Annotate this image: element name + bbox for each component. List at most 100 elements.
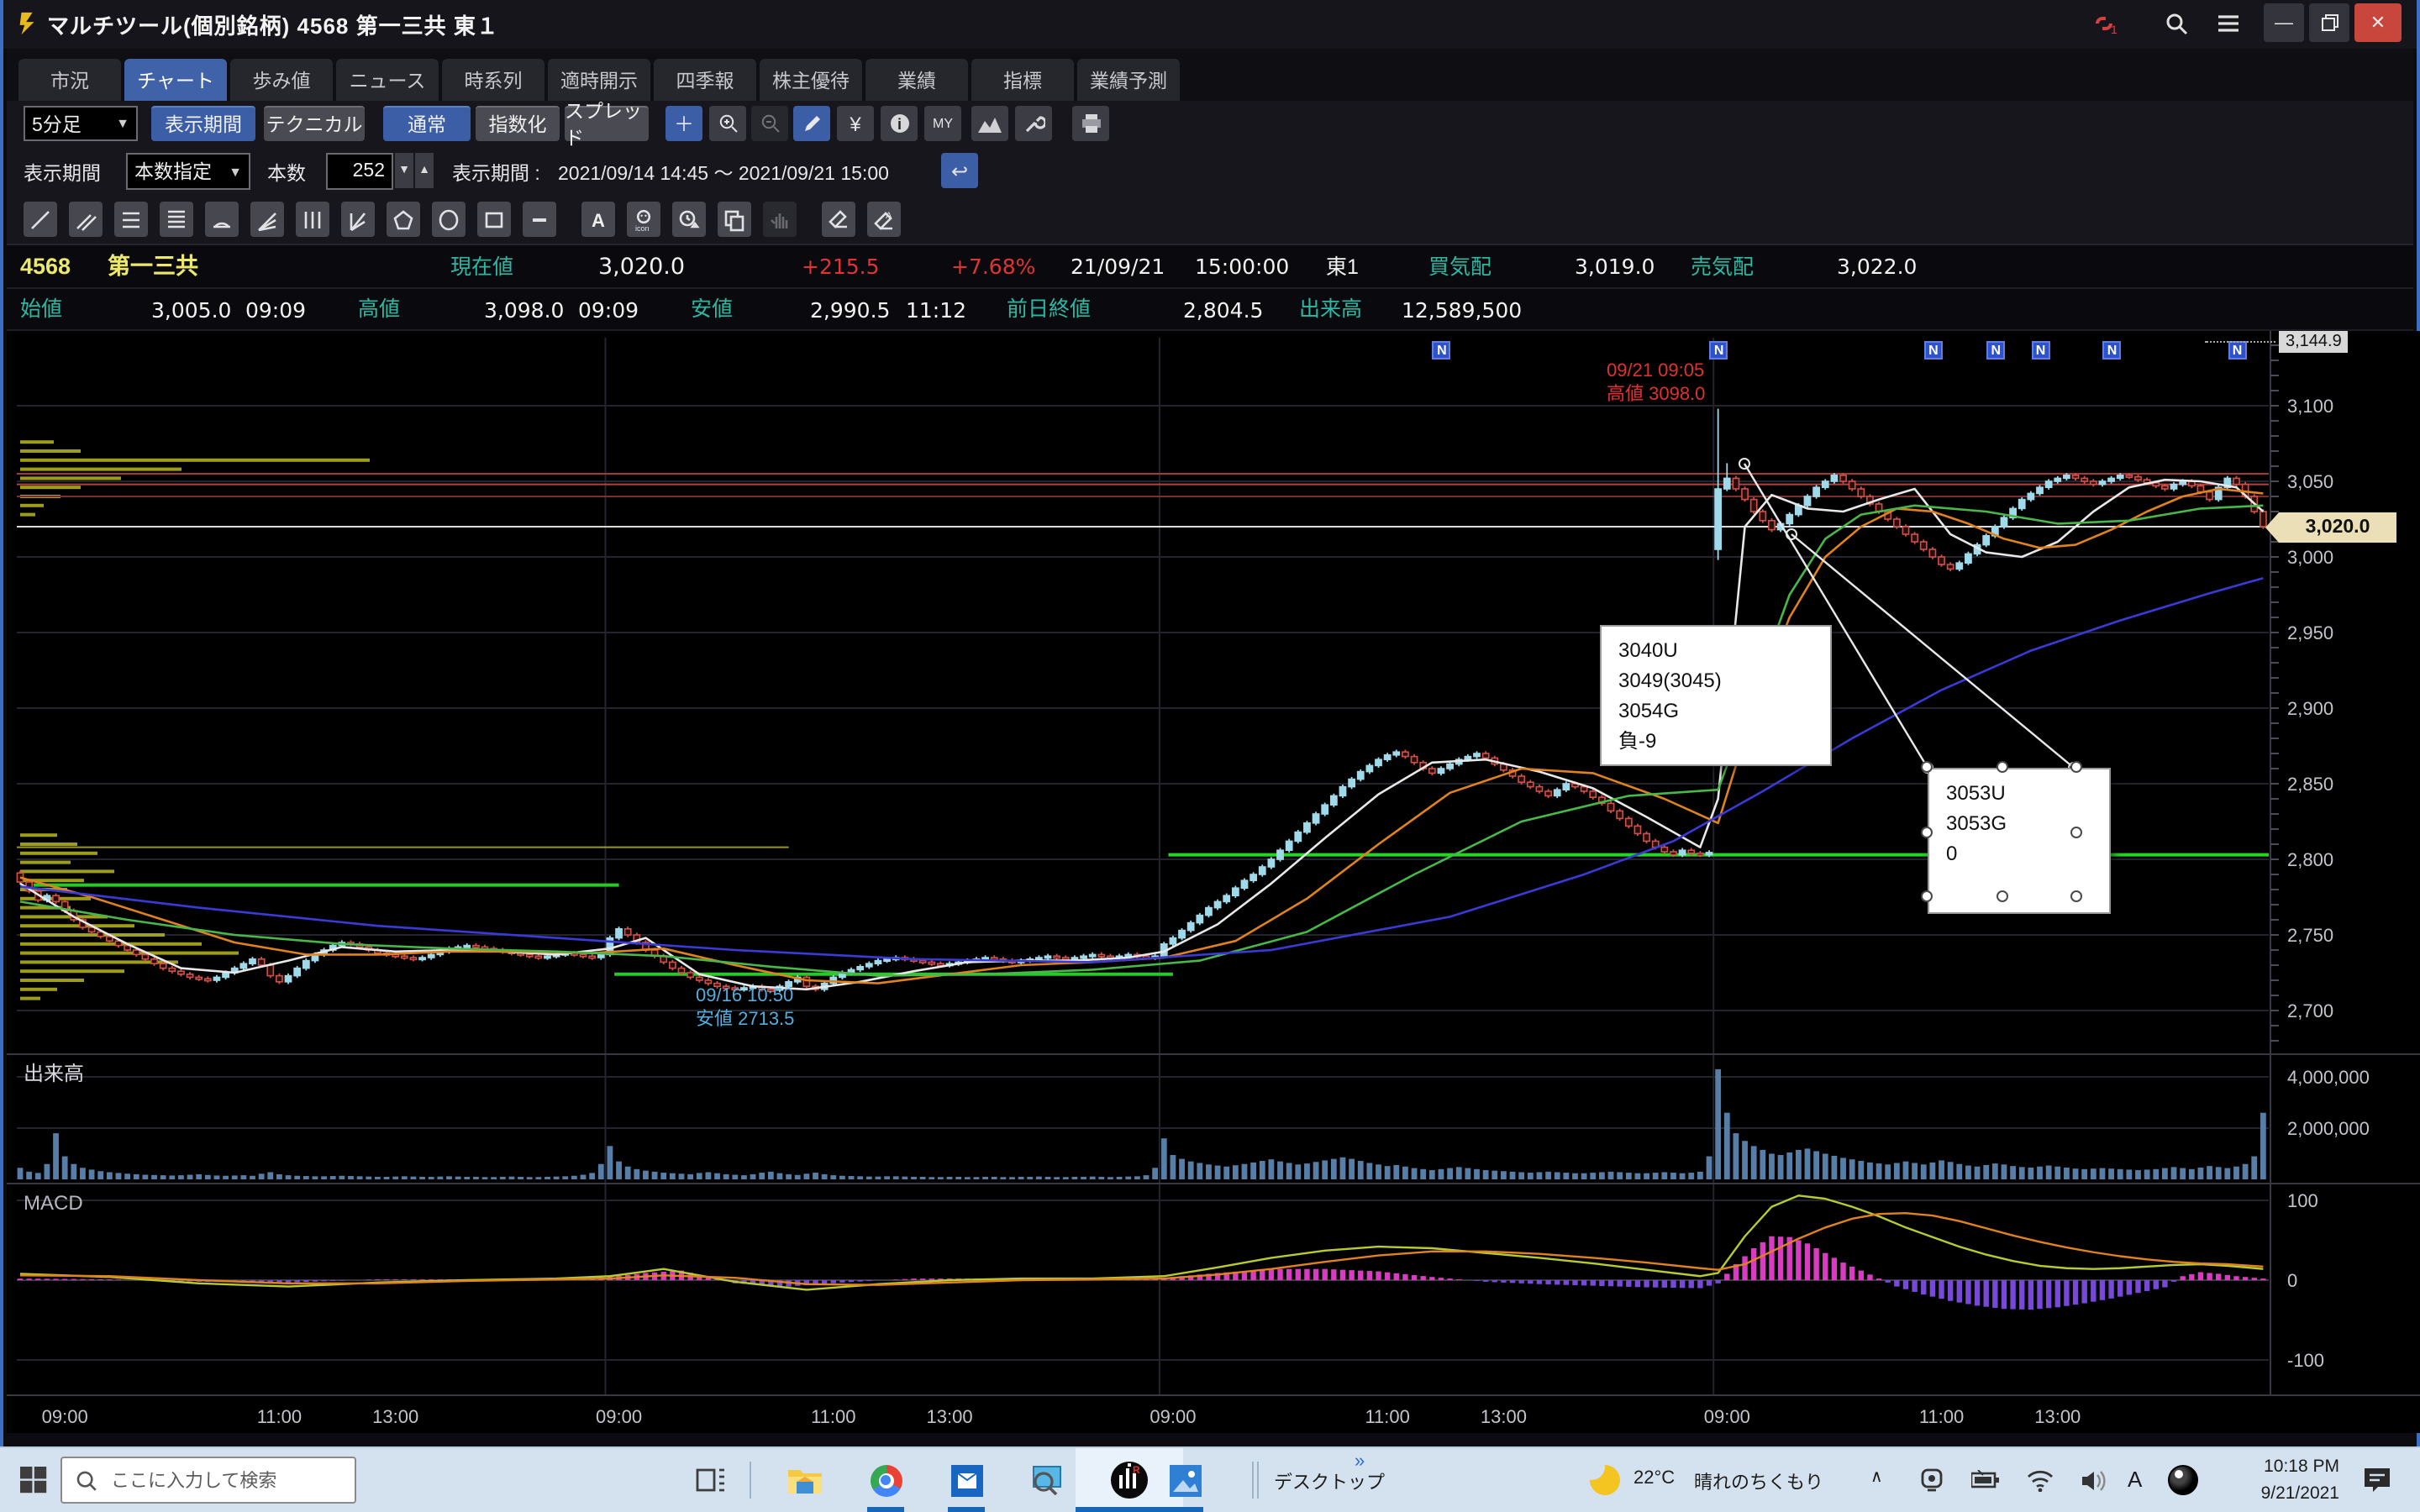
tab-2[interactable]: チャート [124, 59, 227, 101]
zoom-out-button[interactable] [751, 106, 788, 141]
weather-moon-icon[interactable] [1586, 1448, 1623, 1512]
indexed-mode-button[interactable]: 指数化 [476, 106, 560, 141]
pentagon-tool[interactable] [387, 202, 420, 237]
desktop-toolbar-handle[interactable] [1252, 1462, 1254, 1499]
display-period-button[interactable]: 表示期間 [151, 106, 255, 141]
taskbar-search-input[interactable]: ここに入力して検索 [60, 1457, 356, 1504]
parallel-line-tool[interactable] [69, 202, 103, 237]
selection-handle[interactable] [1921, 826, 1933, 837]
count-mode-dropdown[interactable]: 本数指定▼ [126, 153, 250, 190]
tab-5[interactable]: 時系列 [442, 59, 544, 101]
trendline-tool[interactable] [24, 202, 57, 237]
erase-all-tool[interactable]: A [867, 202, 901, 237]
settings-wrench-button[interactable] [1015, 106, 1052, 141]
crosshair-button[interactable]: ＋ [666, 106, 702, 141]
count-down-spinner[interactable]: ▼ [395, 153, 413, 188]
selection-handle[interactable] [1921, 890, 1933, 902]
copy-object-tool[interactable] [718, 202, 751, 237]
ime-ball-icon[interactable] [2165, 1448, 2202, 1512]
my-chart-button[interactable]: MY [924, 106, 961, 141]
tray-expand-chevron[interactable]: ∧ [1870, 1468, 1883, 1487]
start-button[interactable] [13, 1448, 54, 1512]
desktop-toolbar-expand[interactable]: » [1355, 1452, 1365, 1472]
restore-button[interactable] [2309, 3, 2349, 42]
snip-tool-icon[interactable] [1025, 1448, 1069, 1512]
chrome-icon[interactable] [864, 1448, 908, 1512]
rectangle-tool[interactable] [477, 202, 511, 237]
h-segment-tool[interactable] [523, 202, 556, 237]
tab-6[interactable]: 適時開示 [548, 59, 650, 101]
news-marker[interactable]: N [1986, 341, 2005, 360]
selection-handle[interactable] [1921, 761, 1933, 773]
minimize-button[interactable]: — [2264, 3, 2304, 42]
selection-handle[interactable] [2070, 826, 2082, 837]
mountain-chart-button[interactable] [971, 106, 1008, 141]
file-explorer-icon[interactable] [783, 1448, 827, 1512]
selection-handle[interactable] [1996, 890, 2007, 902]
task-view-icon[interactable] [689, 1448, 733, 1512]
webcam-tray-icon[interactable] [1912, 1448, 1949, 1512]
news-marker[interactable]: N [1710, 341, 1728, 360]
eraser-tool[interactable] [822, 202, 855, 237]
tab-1[interactable]: 市況 [18, 59, 121, 101]
volume-tray-icon[interactable] [2075, 1448, 2112, 1512]
reset-period-button[interactable]: ↩ [941, 153, 978, 188]
ime-mode-a[interactable]: A [2128, 1467, 2142, 1492]
chart-tooltip-board1[interactable]: 3040U3049(3045)3054G負-9 [1600, 625, 1832, 766]
draw-pencil-button[interactable] [793, 106, 830, 141]
selection-handle[interactable] [2070, 761, 2082, 773]
news-marker[interactable]: N [2103, 341, 2122, 360]
move-hand-tool[interactable] [763, 202, 797, 237]
zoom-in-button[interactable] [709, 106, 746, 141]
tab-3[interactable]: 歩み値 [230, 59, 333, 101]
h-lines3-tool[interactable] [114, 202, 148, 237]
tab-10[interactable]: 指標 [971, 59, 1074, 101]
search-icon[interactable] [2158, 7, 2195, 40]
spread-mode-button[interactable]: スプレッド [565, 106, 649, 141]
print-button[interactable] [1072, 106, 1109, 141]
icon-stamp-tool[interactable]: icon [627, 202, 660, 237]
news-marker[interactable]: N [1924, 341, 1943, 360]
tab-7[interactable]: 四季報 [654, 59, 756, 101]
text-tool[interactable]: A [581, 202, 615, 237]
news-marker[interactable]: N [2032, 341, 2050, 360]
tab-9[interactable]: 業績 [865, 59, 968, 101]
tab-11[interactable]: 業績予測 [1077, 59, 1180, 101]
mail-app-icon[interactable] [944, 1448, 988, 1512]
weather-temp[interactable]: 22°C [1634, 1468, 1675, 1488]
interval-dropdown[interactable]: 5分足▼ [24, 106, 138, 141]
gann-fan-tool[interactable] [341, 202, 375, 237]
tab-8[interactable]: 株主優待 [760, 59, 862, 101]
count-up-spinner[interactable]: ▲ [415, 153, 434, 188]
h-lines4-tool[interactable] [160, 202, 193, 237]
news-marker[interactable]: N [1433, 341, 1451, 360]
battery-tray-icon[interactable] [1966, 1448, 2003, 1512]
yen-display-button[interactable]: ¥ [837, 106, 874, 141]
count-mode-value: 本数指定 [134, 158, 212, 185]
news-marker[interactable]: N [2228, 341, 2246, 360]
info-button[interactable]: i [881, 106, 918, 141]
fib-arc-tool[interactable] [205, 202, 239, 237]
close-button[interactable]: ✕ [2354, 3, 2402, 42]
action-center-icon[interactable] [2356, 1448, 2396, 1512]
ellipse-tool[interactable] [432, 202, 466, 237]
selection-handle[interactable] [2070, 890, 2082, 902]
v-lines-tool[interactable] [296, 202, 329, 237]
menu-icon[interactable] [2210, 7, 2247, 40]
wifi-tray-icon[interactable] [2022, 1448, 2059, 1512]
photos-app-icon[interactable] [1163, 1448, 1207, 1512]
normal-mode-button[interactable]: 通常 [383, 106, 471, 141]
technical-button[interactable]: テクニカル [264, 106, 365, 141]
fan-lines-tool[interactable] [250, 202, 284, 237]
desktop-toolbar-label[interactable]: デスクトップ [1274, 1468, 1385, 1495]
trading-app-icon[interactable]: R [1086, 1448, 1173, 1512]
time-marker-tool[interactable] [672, 202, 706, 237]
weather-desc[interactable]: 晴れのちくもり [1694, 1468, 1823, 1495]
chart-canvas[interactable]: 3,1003,0503,0002,9502,9002,8502,8002,750… [7, 331, 2420, 1433]
linked-window-icon[interactable]: 1 [2086, 7, 2123, 40]
tab-4[interactable]: ニュース [336, 59, 439, 101]
chart-tooltip-board2[interactable]: 3053U3053G0 [1928, 768, 2111, 914]
selection-handle[interactable] [1996, 761, 2007, 773]
bar-count-input[interactable]: 252 [326, 153, 393, 190]
taskbar-clock[interactable]: 10:18 PM 9/21/2021 [2215, 1453, 2339, 1507]
